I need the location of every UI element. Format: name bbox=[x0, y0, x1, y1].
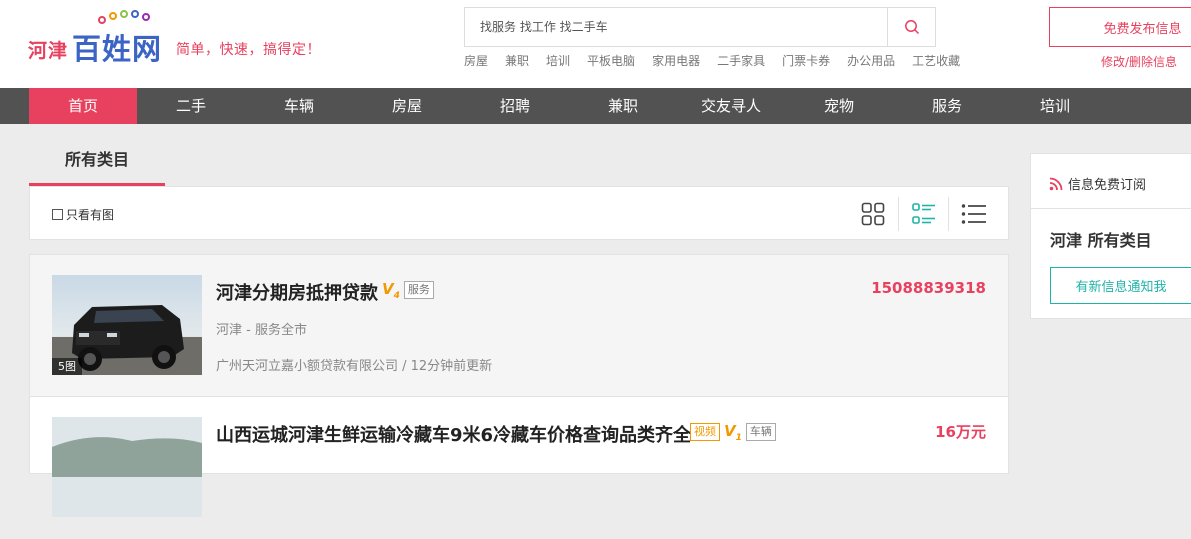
category-tag: 服务 bbox=[403, 281, 434, 299]
listing-price: 16万元 bbox=[935, 423, 986, 441]
grid-view-icon bbox=[861, 202, 885, 226]
listing-title[interactable]: 山西运城河津生鲜运输冷藏车9米6冷藏车价格查询品类齐全 bbox=[216, 421, 691, 447]
truck-photo bbox=[52, 417, 202, 517]
logo-dots bbox=[98, 10, 158, 24]
logo-slogan: 简单，快速，搞得定！ bbox=[176, 42, 321, 58]
only-pic-filter[interactable]: 只看有图 bbox=[52, 206, 114, 223]
quick-link[interactable]: 平板电脑 bbox=[587, 52, 635, 68]
tab-all-categories[interactable]: 所有类目 bbox=[29, 140, 165, 186]
quick-link[interactable]: 二手家具 bbox=[717, 52, 765, 68]
site-logo[interactable]: 河津 百姓网 简单，快速，搞得定！ bbox=[28, 8, 328, 68]
nav-item-jobs[interactable]: 招聘 bbox=[461, 88, 569, 124]
vip-badge-icon: V1 bbox=[724, 421, 742, 443]
logo-city: 河津 bbox=[28, 40, 69, 62]
listing-item[interactable]: 山西运城河津生鲜运输冷藏车9米6冷藏车价格查询品类齐全 视频 V1 车辆 16万… bbox=[30, 397, 1008, 539]
nav-item-vehicles[interactable]: 车辆 bbox=[245, 88, 353, 124]
post-free-button[interactable]: 免费发布信息 bbox=[1049, 7, 1191, 47]
search-input[interactable] bbox=[465, 8, 888, 46]
listing-title[interactable]: 河津分期房抵押贷款 bbox=[216, 279, 378, 305]
search-button[interactable] bbox=[887, 8, 935, 46]
filter-bar: 只看有图 bbox=[29, 186, 1009, 240]
listing-list: 5图 河津分期房抵押贷款 V4 服务 河津 - 服务全市 广州天河立嘉小额贷款有… bbox=[29, 254, 1009, 517]
listing-badges: 视频 V1 车辆 bbox=[690, 421, 776, 443]
listing-price: 15088839318 bbox=[871, 279, 986, 297]
listing-location: 河津 - 服务全市 bbox=[216, 323, 307, 338]
subscribe-heading: 信息免费订阅 bbox=[1049, 174, 1146, 193]
photo-count-badge: 5图 bbox=[52, 358, 82, 375]
text-list-view-button[interactable] bbox=[948, 197, 998, 231]
vip-badge-icon: V4 bbox=[382, 279, 400, 301]
search-box bbox=[464, 7, 936, 47]
listing-badges: V4 服务 bbox=[382, 279, 434, 301]
nav-item-secondhand[interactable]: 二手 bbox=[137, 88, 245, 124]
rss-icon bbox=[1049, 177, 1063, 190]
listing-thumbnail[interactable] bbox=[52, 417, 202, 517]
quick-link[interactable]: 家用电器 bbox=[652, 52, 700, 68]
quick-link[interactable]: 工艺收藏 bbox=[912, 52, 960, 68]
subscribe-heading-label: 信息免费订阅 bbox=[1068, 178, 1147, 193]
listing-meta: 广州天河立嘉小额贷款有限公司 / 12分钟前更新 bbox=[216, 359, 493, 374]
nav-item-training[interactable]: 培训 bbox=[1001, 88, 1109, 124]
nav-item-dating[interactable]: 交友寻人 bbox=[677, 88, 785, 124]
main-nav: 首页 二手 车辆 房屋 招聘 兼职 交友寻人 宠物 服务 培训 bbox=[0, 88, 1191, 124]
text-list-view-icon bbox=[961, 204, 986, 224]
nav-item-home[interactable]: 首页 bbox=[29, 88, 137, 124]
nav-item-housing[interactable]: 房屋 bbox=[353, 88, 461, 124]
subscribe-panel: 信息免费订阅 河津 所有类目 有新信息通知我 bbox=[1030, 153, 1191, 319]
grid-view-button[interactable] bbox=[848, 197, 898, 231]
nav-item-pets[interactable]: 宠物 bbox=[785, 88, 893, 124]
notify-me-button[interactable]: 有新信息通知我 bbox=[1050, 267, 1191, 304]
quick-link[interactable]: 兼职 bbox=[505, 52, 529, 68]
video-tag: 视频 bbox=[690, 423, 720, 441]
quick-link[interactable]: 门票卡券 bbox=[782, 52, 830, 68]
quick-link[interactable]: 办公用品 bbox=[847, 52, 895, 68]
card-list-view-button[interactable] bbox=[898, 197, 948, 231]
edit-delete-link[interactable]: 修改/删除信息 bbox=[1101, 53, 1177, 70]
search-icon bbox=[904, 20, 919, 35]
subscribe-category-title: 河津 所有类目 bbox=[1050, 231, 1152, 250]
listing-item[interactable]: 5图 河津分期房抵押贷款 V4 服务 河津 - 服务全市 广州天河立嘉小额贷款有… bbox=[30, 255, 1008, 397]
quick-links: 房屋 兼职 培训 平板电脑 家用电器 二手家具 门票卡券 办公用品 工艺收藏 bbox=[464, 52, 977, 68]
quick-link[interactable]: 房屋 bbox=[464, 52, 488, 68]
listing-thumbnail[interactable]: 5图 bbox=[52, 275, 202, 375]
nav-item-services[interactable]: 服务 bbox=[893, 88, 1001, 124]
quick-link[interactable]: 培训 bbox=[546, 52, 570, 68]
only-pic-label: 只看有图 bbox=[66, 208, 115, 222]
divider bbox=[1031, 208, 1191, 209]
only-pic-checkbox[interactable] bbox=[52, 209, 63, 220]
nav-item-parttime[interactable]: 兼职 bbox=[569, 88, 677, 124]
site-header: 河津 百姓网 简单，快速，搞得定！ 房屋 兼职 培训 平板电脑 家用电器 二手家… bbox=[0, 0, 1191, 88]
category-tag: 车辆 bbox=[745, 423, 776, 441]
view-toggles bbox=[848, 197, 998, 231]
card-list-view-icon bbox=[911, 203, 935, 224]
logo-brand-name: 百姓网 bbox=[72, 32, 163, 66]
